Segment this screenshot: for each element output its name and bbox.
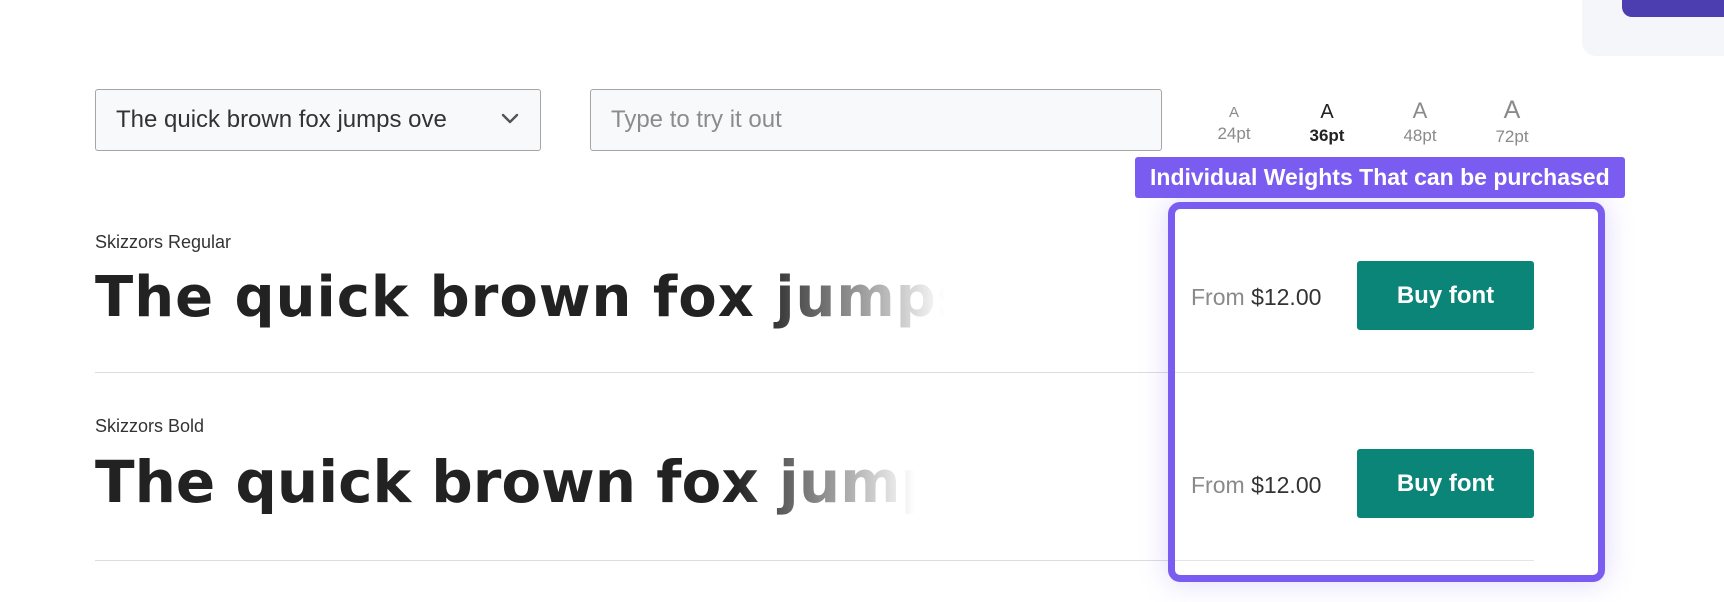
buy-font-button[interactable]: Buy font (1357, 449, 1534, 518)
price-amount: $12.00 (1251, 284, 1322, 310)
size-glyph: A (1412, 98, 1428, 123)
size-option-48pt[interactable]: A 48pt (1385, 100, 1455, 146)
size-glyph: A (1228, 104, 1239, 121)
size-label: 72pt (1495, 127, 1529, 146)
sample-text-select-value: The quick brown fox jumps ove (116, 106, 447, 133)
size-label: 24pt (1217, 124, 1251, 143)
annotation-highlight-box (1168, 202, 1605, 582)
sample-text-select[interactable]: The quick brown fox jumps ove (95, 89, 541, 151)
price: From $12.00 (1191, 472, 1321, 499)
price-prefix: From (1191, 472, 1245, 498)
header-action-button[interactable] (1622, 0, 1724, 17)
size-label: 48pt (1403, 126, 1437, 145)
size-option-72pt[interactable]: A 72pt (1477, 96, 1547, 147)
font-name: Skizzors Bold (95, 416, 205, 436)
try-it-input[interactable] (590, 89, 1162, 151)
font-name: Skizzors Regular (95, 232, 232, 252)
size-label: 36pt (1309, 126, 1345, 145)
size-glyph: A (1320, 101, 1334, 123)
size-glyph: A (1503, 96, 1521, 124)
chevron-down-icon (501, 113, 519, 124)
price-prefix: From (1191, 284, 1245, 310)
size-option-36pt[interactable]: A 36pt (1292, 100, 1362, 146)
annotation-label: Individual Weights That can be purchased (1135, 157, 1625, 198)
price-amount: $12.00 (1251, 472, 1322, 498)
size-option-24pt[interactable]: A 24pt (1199, 100, 1269, 144)
buy-font-button[interactable]: Buy font (1357, 261, 1534, 330)
font-sample-preview: The quick brown fox jumps (95, 448, 915, 516)
price: From $12.00 (1191, 284, 1321, 311)
font-sample-preview: The quick brown fox jumps ove (95, 265, 945, 330)
